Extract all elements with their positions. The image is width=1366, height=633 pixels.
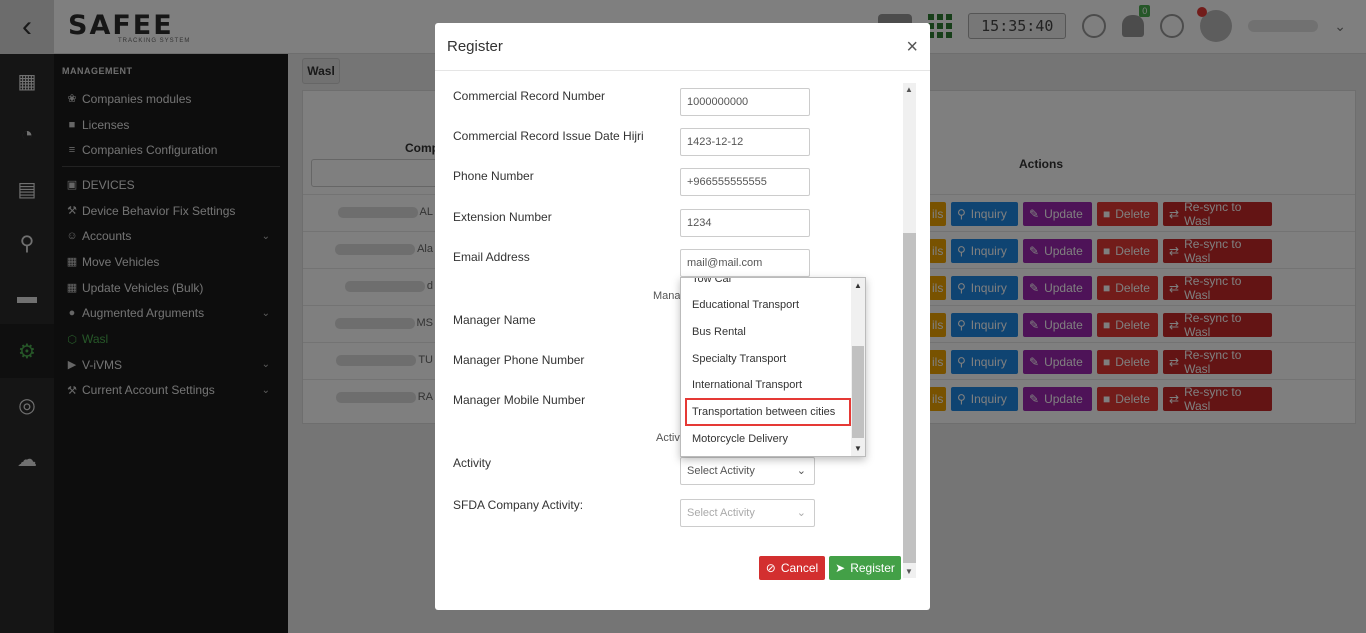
dropdown-option[interactable]: Educational Transport — [692, 299, 799, 311]
scroll-down-icon[interactable]: ▼ — [905, 567, 913, 576]
close-icon[interactable]: × — [906, 37, 918, 57]
dropdown-option[interactable]: Motorcycle Delivery — [692, 433, 788, 445]
activity-dropdown-list: Tow Car Educational Transport Bus Rental… — [680, 277, 866, 457]
dropdown-option[interactable]: Bus Rental — [692, 326, 746, 338]
commercial-record-number-input[interactable] — [680, 88, 810, 116]
commercial-record-number-label: Commercial Record Number — [453, 89, 606, 103]
phone-number-label: Phone Number — [453, 169, 534, 183]
chevron-down-icon: ⌄ — [796, 465, 806, 477]
scroll-up-icon[interactable]: ▲ — [854, 281, 862, 290]
manager-section-label: Mana — [653, 290, 681, 302]
manager-name-label: Manager Name — [453, 313, 536, 327]
cancel-button-label: Cancel — [780, 561, 819, 575]
email-address-input[interactable] — [680, 249, 810, 277]
activity-section-label: Activi — [656, 432, 683, 444]
modal-scrollbar[interactable]: ▲ ▼ — [903, 83, 916, 578]
dropdown-option[interactable]: International Transport — [692, 379, 802, 391]
sfda-activity-select-value: Select Activity — [687, 507, 755, 519]
modal-title: Register — [447, 38, 503, 55]
chevron-down-icon: ⌄ — [796, 507, 806, 519]
dropdown-scrollbar-thumb[interactable] — [852, 346, 864, 438]
dropdown-option[interactable]: Specialty Transport — [692, 353, 786, 365]
register-button-label: Register — [850, 561, 895, 575]
sfda-activity-select[interactable]: Select Activity ⌄ — [680, 499, 815, 527]
scroll-up-icon[interactable]: ▲ — [905, 85, 913, 94]
dropdown-option-highlighted[interactable]: Transportation between cities — [692, 406, 835, 418]
manager-mobile-label: Manager Mobile Number — [453, 393, 586, 407]
commercial-record-issue-date-label: Commercial Record Issue Date Hijri — [453, 129, 644, 143]
dropdown-scrollbar[interactable]: ▲ ▼ — [851, 278, 865, 456]
register-button[interactable]: ➤ Register — [829, 556, 901, 580]
send-icon: ➤ — [835, 561, 846, 575]
email-address-label: Email Address — [453, 250, 530, 264]
sfda-activity-label: SFDA Company Activity: — [453, 498, 584, 512]
scroll-down-icon[interactable]: ▼ — [854, 444, 862, 453]
phone-number-input[interactable] — [680, 168, 810, 196]
extension-number-label: Extension Number — [453, 210, 552, 224]
activity-select-value: Select Activity — [687, 465, 755, 477]
dropdown-option[interactable]: Tow Car — [692, 278, 732, 285]
activity-select[interactable]: Select Activity ⌄ — [680, 457, 815, 485]
commercial-record-issue-date-input[interactable] — [680, 128, 810, 156]
activity-label: Activity — [453, 456, 492, 470]
cancel-button[interactable]: ⊘ Cancel — [759, 556, 825, 580]
extension-number-input[interactable] — [680, 209, 810, 237]
manager-phone-label: Manager Phone Number — [453, 353, 585, 367]
modal-header: Register × — [435, 23, 930, 71]
modal-scrollbar-thumb[interactable] — [903, 233, 916, 563]
ban-icon: ⊘ — [765, 561, 776, 575]
